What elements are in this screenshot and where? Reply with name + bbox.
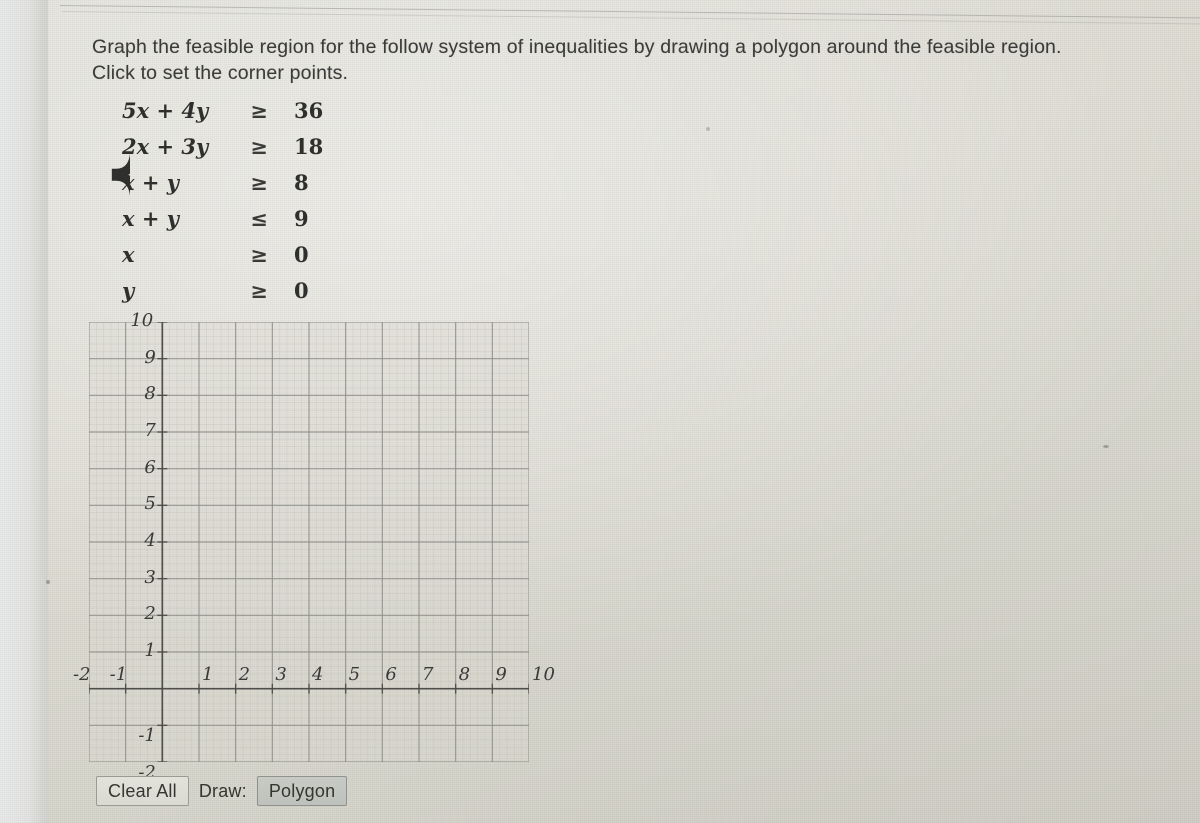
y-axis-tick-label: 1	[144, 640, 156, 661]
inequality-rhs: 0	[294, 242, 309, 267]
inequality-lhs: 2x + 3y	[122, 134, 209, 159]
inequality-rhs: 36	[294, 98, 324, 123]
clear-all-button[interactable]: Clear All	[96, 776, 189, 806]
inequality-operator: ≥	[250, 134, 268, 159]
left-brace-glyph: {	[96, 92, 130, 282]
inequality-operator: ≥	[250, 170, 268, 195]
x-axis-tick-label: 9	[495, 663, 507, 685]
inequality-rhs: 9	[294, 206, 309, 231]
x-axis-tick-label: 3	[275, 663, 287, 685]
inequality-operator: ≥	[250, 242, 268, 267]
y-axis-tick-label: 9	[144, 346, 156, 368]
y-axis-tick-label: 6	[144, 456, 156, 478]
inequality-lhs: y	[122, 278, 135, 303]
x-axis-tick-label: 5	[348, 663, 361, 685]
inequality-row: x ≥ 0	[122, 242, 357, 278]
x-axis-tick-label: -1	[109, 663, 128, 685]
y-axis-tick-label: 4	[144, 530, 156, 551]
graph-toolbar: Clear All Draw: Polygon	[96, 775, 348, 807]
inequality-row: 2x + 3y ≥ 18	[122, 134, 357, 170]
draw-label: Draw:	[198, 780, 247, 801]
x-axis-tick-label: -2	[73, 663, 91, 685]
y-axis-tick-label: 2	[144, 603, 156, 625]
y-axis-tick-label: 3	[144, 566, 156, 588]
inequality-lhs: x	[122, 242, 135, 267]
page-title: Graph the feasible region for the follow…	[92, 36, 1062, 84]
x-axis-tick-label: 10	[532, 663, 555, 685]
inequality-row: x + y ≥ 8	[122, 170, 357, 206]
inequality-rhs: 18	[294, 134, 324, 159]
inequality-lhs: x + y	[122, 170, 179, 195]
y-axis-tick-label: 5	[144, 493, 156, 515]
y-axis-tick-label: 8	[144, 383, 156, 405]
inequality-lhs: 5x + 4y	[122, 98, 209, 123]
x-axis-tick-label: 6	[385, 663, 397, 685]
inequality-row: x + y ≤ 9	[122, 206, 357, 242]
y-axis-tick-label: 10	[130, 310, 154, 331]
y-axis-tick-label: -1	[138, 725, 156, 747]
x-axis-tick-label: 4	[312, 663, 324, 685]
x-axis-tick-label: 7	[422, 663, 434, 685]
x-axis-tick-label: 1	[202, 663, 214, 685]
inequality-lhs: x + y	[122, 206, 179, 231]
inequality-rhs: 8	[294, 170, 309, 195]
y-axis-tick-label: 7	[144, 420, 156, 441]
inequality-operator: ≥	[250, 278, 268, 303]
x-axis-tick-label: 8	[458, 663, 471, 685]
inequality-operator: ≤	[250, 206, 268, 231]
coordinate-graph[interactable]: -2 -1 1 2 3 4 5 6 7 8 9 10 -2 -1 1 2 3 4 5 6 7 8 9 10	[73, 310, 555, 783]
inequality-rhs: 0	[294, 278, 309, 303]
inequality-row: 5x + 4y ≥ 36	[122, 98, 357, 134]
inequality-operator: ≥	[250, 98, 268, 123]
polygon-tool-button[interactable]: Polygon	[256, 776, 348, 806]
photographed-screen: Graph the feasible region for the follow…	[0, 0, 1200, 823]
system-of-inequalities: { 5x + 4y ≥ 36 2x + 3y ≥ 18 x + y ≥ 8 x …	[96, 92, 357, 314]
x-axis-tick-label: 2	[238, 663, 251, 685]
exercise-content: Graph the feasible region for the follow…	[0, 0, 1200, 823]
inequality-row: y ≥ 0	[122, 278, 357, 314]
